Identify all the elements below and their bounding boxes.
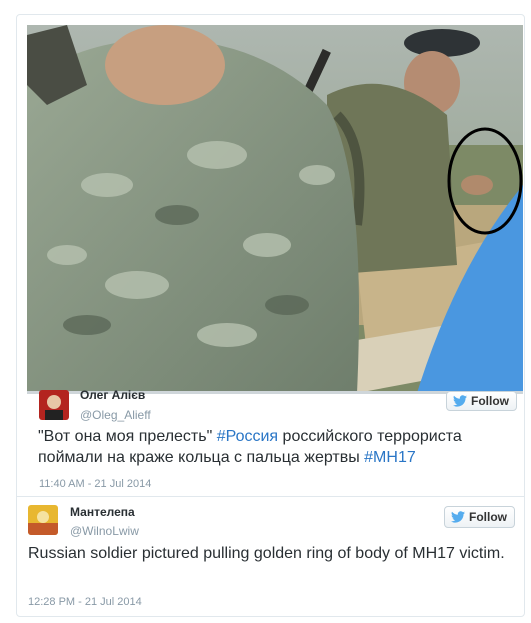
hashtag-link[interactable]: #MH17 (364, 449, 416, 466)
author-name[interactable]: Олег Алієв (80, 388, 145, 402)
tweet-text-part: "Вот она моя прелесть" (38, 428, 217, 445)
follow-label: Follow (471, 394, 509, 408)
tweet-timestamp[interactable]: 12:28 PM - 21 Jul 2014 (28, 596, 142, 608)
avatar[interactable] (28, 505, 58, 535)
twitter-bird-icon (451, 511, 465, 523)
avatar[interactable] (39, 390, 69, 420)
tweet-text: Russian soldier pictured pulling golden … (28, 545, 505, 562)
hashtag-link[interactable]: #Россия (217, 428, 278, 445)
tweet-embed-card: Олег Алієв @Oleg_Alieff Follow "Вот она … (16, 14, 525, 617)
photo-illustration (27, 25, 523, 393)
tweet-timestamp[interactable]: 11:40 AM - 21 Jul 2014 (39, 478, 151, 490)
divider (17, 496, 524, 497)
follow-button[interactable]: Follow (444, 506, 515, 528)
author-name[interactable]: Мантелепа (70, 505, 135, 519)
follow-label: Follow (469, 510, 507, 524)
author-handle[interactable]: @WilnoLwiw (70, 524, 139, 538)
tweet-text: "Вот она моя прелесть" #Россия российско… (38, 426, 508, 468)
twitter-bird-icon (453, 395, 467, 407)
follow-button[interactable]: Follow (446, 391, 517, 411)
author-handle[interactable]: @Oleg_Alieff (80, 408, 151, 422)
tweet-photo[interactable] (27, 25, 523, 393)
